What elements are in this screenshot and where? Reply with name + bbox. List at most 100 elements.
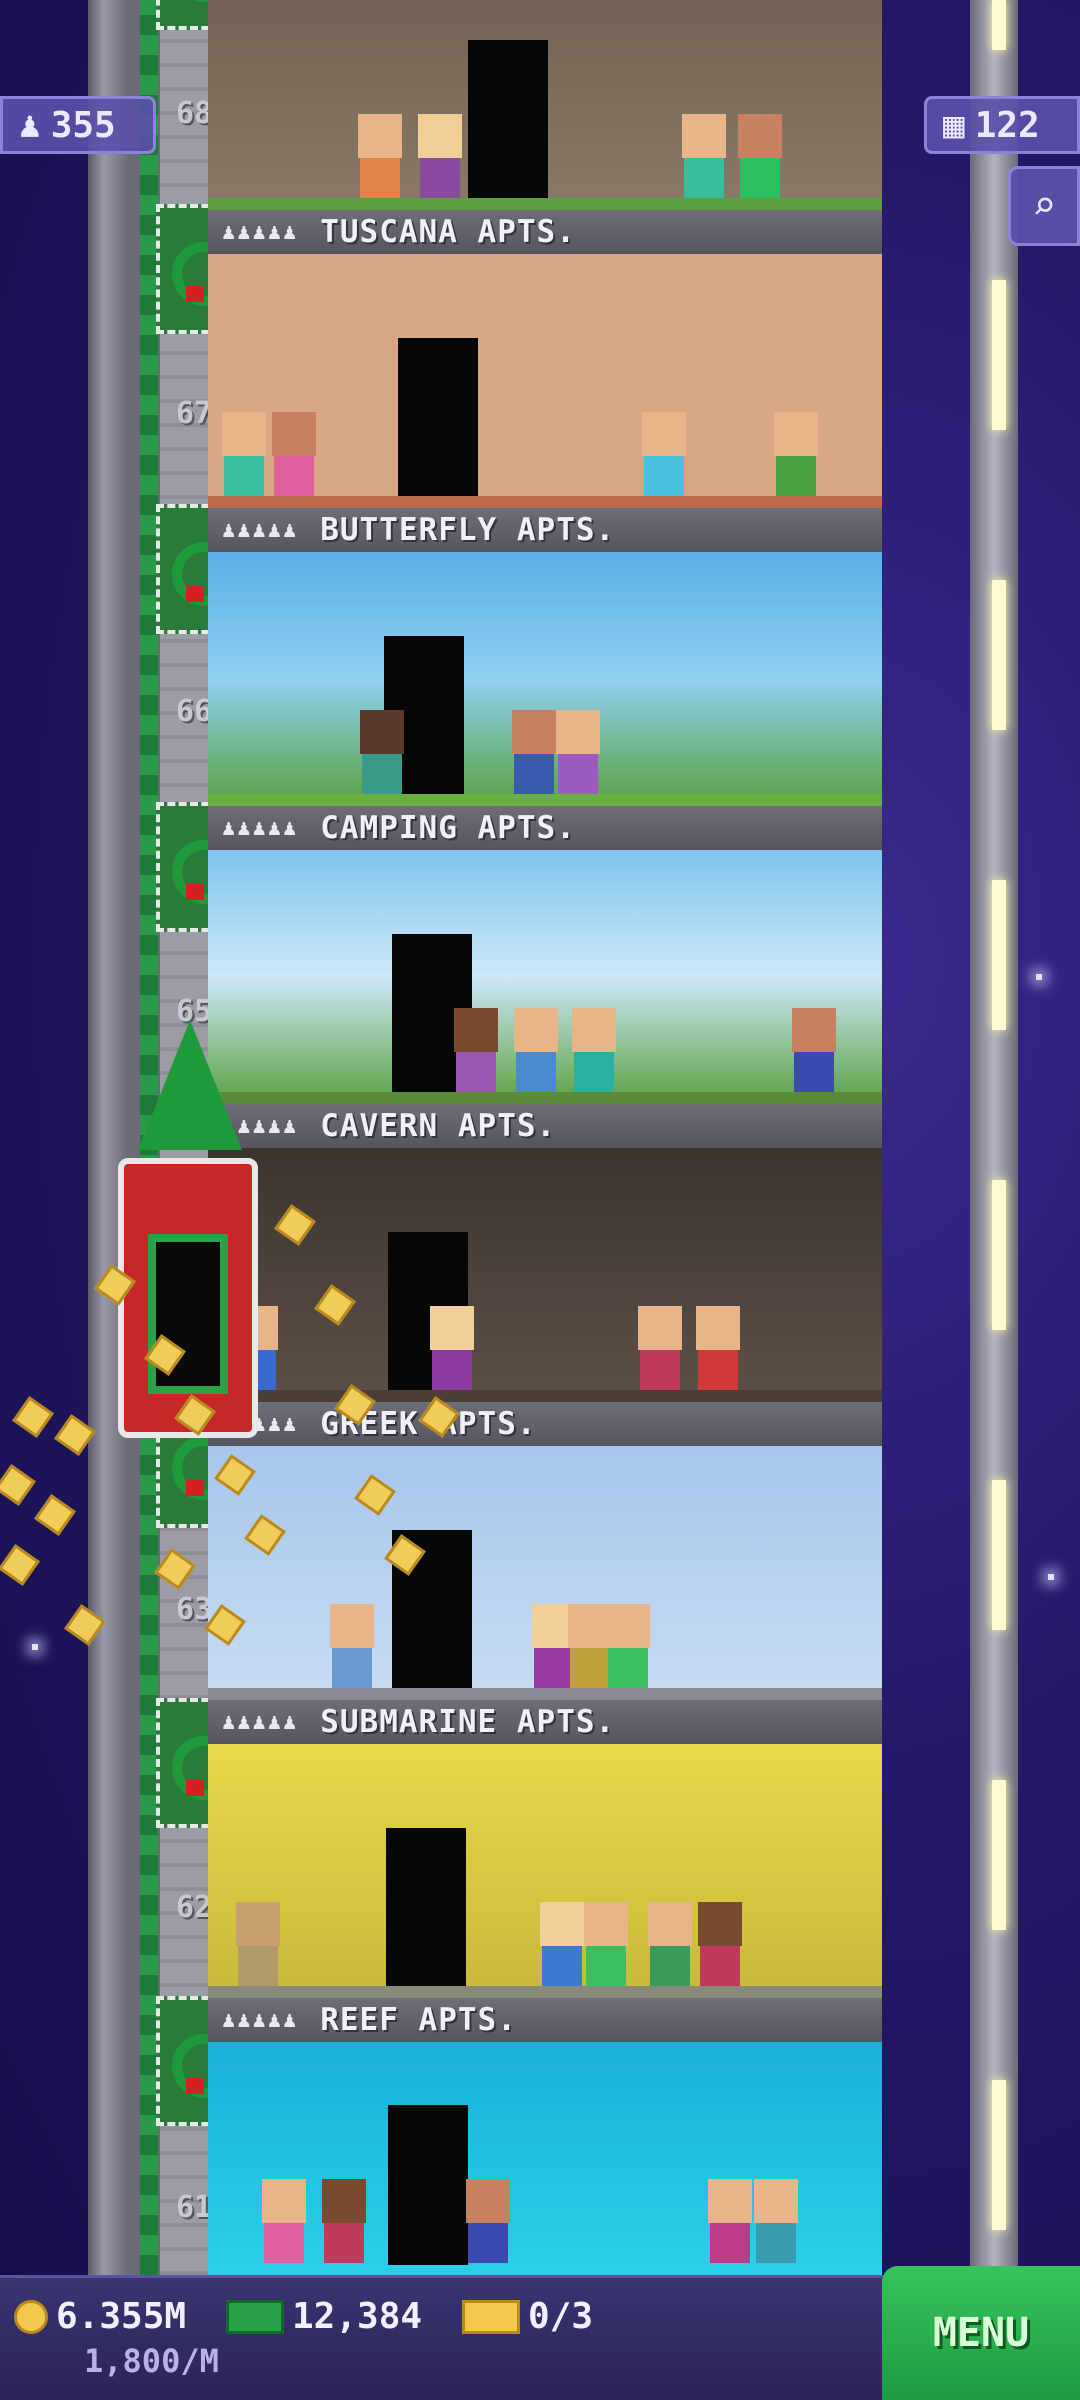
wall-light	[992, 1180, 1006, 1330]
tickets-stat[interactable]: 0/3	[462, 2296, 593, 2337]
floor-reef[interactable]: ♟♟♟♟♟ REEF APTS.	[208, 1744, 882, 2042]
floor-label: ♟♟♟♟♟ TUSCANA APTS.	[208, 210, 882, 254]
floor-scene	[208, 2042, 882, 2275]
resident[interactable]	[638, 1306, 682, 1390]
resident[interactable]	[540, 1902, 584, 1986]
resident-slots-icon: ♟♟♟♟♟	[222, 2007, 299, 2033]
resident[interactable]	[272, 412, 316, 496]
bux-icon	[226, 2299, 284, 2334]
floor-name: BUTTERFLY APTS.	[320, 512, 616, 548]
resident[interactable]	[698, 1902, 742, 1986]
floor-name: REEF APTS.	[320, 2002, 517, 2038]
floor-scene	[208, 0, 882, 210]
resident[interactable]	[512, 710, 556, 794]
resident-slots-icon: ♟♟♟♟♟	[222, 1709, 299, 1735]
floor-scene	[208, 552, 882, 806]
floor-ground	[208, 794, 882, 806]
floor-name: TUSCANA APTS.	[320, 214, 576, 250]
coin-icon	[0, 1464, 36, 1506]
resident[interactable]	[466, 2179, 510, 2263]
resident[interactable]	[322, 2179, 366, 2263]
floor-scene	[208, 1446, 882, 1700]
resident[interactable]	[556, 710, 600, 794]
tickets-value: 0/3	[528, 2296, 594, 2337]
floor-ground	[208, 496, 882, 508]
wall-light	[992, 1780, 1006, 1930]
search-button[interactable]: ⌕	[1008, 166, 1080, 246]
floor-ground	[208, 198, 882, 210]
floor-reef-scene[interactable]	[208, 2042, 882, 2275]
resident[interactable]	[696, 1306, 740, 1390]
wall-light	[992, 2080, 1006, 2230]
floor-camping[interactable]: ♟♟♟♟♟ CAMPING APTS.	[208, 552, 882, 850]
resident[interactable]	[792, 1008, 836, 1092]
resident[interactable]	[358, 114, 402, 198]
coins-value: 6.355M	[56, 2296, 187, 2337]
population-counter[interactable]: ♟ 355	[0, 96, 156, 154]
floor-count-value: 122	[974, 104, 1040, 146]
floor-cavern[interactable]: ♟♟♟♟♟ CAVERN APTS.	[208, 850, 882, 1148]
resident-slots-icon: ♟♟♟♟♟	[222, 219, 299, 245]
resident[interactable]	[236, 1902, 280, 1986]
coin-icon	[0, 1544, 40, 1586]
floor-tuscana[interactable]: ♟♟♟♟♟ TUSCANA APTS.	[208, 0, 882, 254]
golden-ticket-icon	[462, 2299, 520, 2334]
coin-icon	[34, 1494, 76, 1536]
floor-door	[468, 40, 548, 200]
resident[interactable]	[418, 114, 462, 198]
floor-label: ♟♟♟♟♟ CAVERN APTS.	[208, 1104, 882, 1148]
bux-value: 12,384	[292, 2296, 423, 2337]
floor-greek[interactable]: ♟♟♟♟♟ GREEK APTS.	[208, 1148, 882, 1446]
floor-ground	[208, 1092, 882, 1104]
resident[interactable]	[774, 412, 818, 496]
menu-button[interactable]: MENU	[882, 2266, 1080, 2400]
coin-rate: 1,800/M	[84, 2342, 219, 2380]
wall-light	[992, 1480, 1006, 1630]
wall-light	[992, 0, 1006, 50]
floor-label: ♟♟♟♟♟ BUTTERFLY APTS.	[208, 508, 882, 552]
resident[interactable]	[430, 1306, 474, 1390]
star	[1036, 974, 1042, 980]
coins-stat[interactable]: 6.355M	[14, 2296, 186, 2337]
floor-door	[386, 1828, 466, 1988]
resident[interactable]	[682, 114, 726, 198]
resident[interactable]	[754, 2179, 798, 2263]
tower-left-wall	[88, 0, 128, 2275]
resident[interactable]	[584, 1902, 628, 1986]
bux-stat[interactable]: 12,384	[226, 2296, 422, 2337]
floor-label: ♟♟♟♟♟ SUBMARINE APTS.	[208, 1700, 882, 1744]
building-icon: ▦	[943, 104, 965, 146]
elevator-car[interactable]	[118, 1158, 258, 1438]
coin-icon	[12, 1396, 54, 1438]
floor-name: CAVERN APTS.	[320, 1108, 557, 1144]
resident-slots-icon: ♟♟♟♟♟	[222, 815, 299, 841]
resident[interactable]	[262, 2179, 306, 2263]
resident[interactable]	[514, 1008, 558, 1092]
star	[1048, 1574, 1054, 1580]
floor-name: CAMPING APTS.	[320, 810, 576, 846]
wall-light	[992, 880, 1006, 1030]
coin-icon	[14, 2299, 48, 2334]
resident[interactable]	[648, 1902, 692, 1986]
resident[interactable]	[360, 710, 404, 794]
resident[interactable]	[572, 1008, 616, 1092]
floor-butterfly[interactable]: ♟♟♟♟♟ BUTTERFLY APTS.	[208, 254, 882, 552]
resident[interactable]	[708, 2179, 752, 2263]
floor-ground	[208, 1986, 882, 1998]
floor-submarine[interactable]: ♟♟♟♟♟ SUBMARINE APTS.	[208, 1446, 882, 1744]
resident[interactable]	[606, 1604, 650, 1688]
floor-label: ♟♟♟♟♟ REEF APTS.	[208, 1998, 882, 2042]
floor-counter[interactable]: ▦ 122	[924, 96, 1080, 154]
resident[interactable]	[330, 1604, 374, 1688]
star	[32, 1644, 38, 1650]
floor-door	[398, 338, 478, 498]
wall-light	[992, 280, 1006, 430]
resident[interactable]	[738, 114, 782, 198]
resident-slots-icon: ♟♟♟♟♟	[222, 517, 299, 543]
resident[interactable]	[454, 1008, 498, 1092]
floor-ground	[208, 1688, 882, 1700]
resident[interactable]	[222, 412, 266, 496]
christmas-tree-icon	[138, 1020, 242, 1150]
floor-scene	[208, 1148, 882, 1402]
resident[interactable]	[642, 412, 686, 496]
